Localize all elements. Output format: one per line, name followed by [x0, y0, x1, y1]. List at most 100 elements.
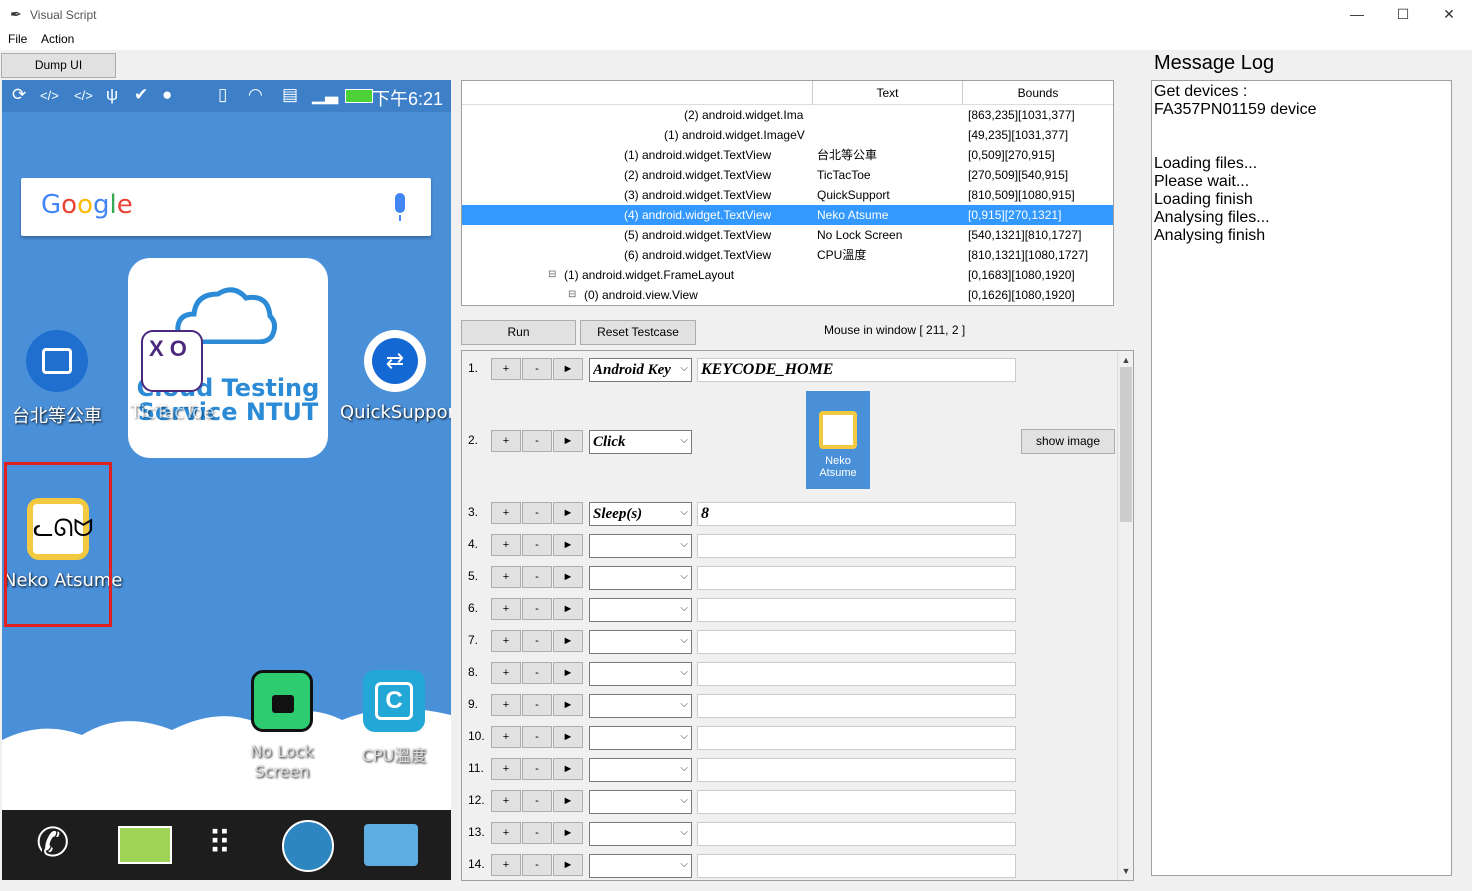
- run-step-button[interactable]: ►: [553, 358, 583, 380]
- add-step-button[interactable]: +: [491, 502, 521, 524]
- action-select[interactable]: ⌵: [589, 694, 692, 718]
- tree-row[interactable]: (1) android.widget.TextView 台北等公車 [0,509][…: [462, 145, 1113, 165]
- action-select[interactable]: Android Key ⌵: [589, 358, 692, 382]
- add-step-button[interactable]: +: [491, 598, 521, 620]
- step-value-input[interactable]: KEYCODE_HOME: [697, 358, 1016, 382]
- action-select[interactable]: ⌵: [589, 854, 692, 878]
- run-step-button[interactable]: ►: [553, 430, 583, 452]
- remove-step-button[interactable]: -: [522, 358, 552, 380]
- script-panel[interactable]: ▲ ▼ 1. + - ► Android Key ⌵ KEYCODE_HOME 2. + - ► Cl…: [461, 350, 1134, 881]
- remove-step-button[interactable]: -: [522, 726, 552, 748]
- run-step-button[interactable]: ►: [553, 790, 583, 812]
- minimize-button[interactable]: —: [1334, 0, 1380, 30]
- ui-tree-view[interactable]: Text Bounds (2) android.widget.Ima [863,2…: [461, 80, 1114, 306]
- step-value-input[interactable]: 8: [697, 502, 1016, 526]
- add-step-button[interactable]: +: [491, 758, 521, 780]
- remove-step-button[interactable]: -: [522, 598, 552, 620]
- step-value-input[interactable]: [697, 758, 1016, 782]
- run-step-button[interactable]: ►: [553, 662, 583, 684]
- tree-row[interactable]: (1) android.widget.ImageV [49,235][1031,3…: [462, 125, 1113, 145]
- action-select[interactable]: ⌵: [589, 630, 692, 654]
- add-step-button[interactable]: +: [491, 822, 521, 844]
- app-nolock[interactable]: No Lock Screen: [227, 670, 337, 782]
- remove-step-button[interactable]: -: [522, 534, 552, 556]
- action-select[interactable]: ⌵: [589, 790, 692, 814]
- tree-row[interactable]: (3) android.widget.TextView QuickSupport[…: [462, 185, 1113, 205]
- app-tictactoe[interactable]: X O TicTacToe: [117, 330, 227, 423]
- step-value-input[interactable]: [697, 854, 1016, 878]
- camera-icon[interactable]: [364, 824, 418, 866]
- remove-step-button[interactable]: -: [522, 822, 552, 844]
- app-bus[interactable]: 台北等公車: [2, 330, 112, 428]
- tree-header-node[interactable]: [462, 81, 813, 105]
- run-step-button[interactable]: ►: [553, 502, 583, 524]
- run-step-button[interactable]: ►: [553, 630, 583, 652]
- messages-icon[interactable]: [118, 826, 172, 864]
- apps-grid-icon[interactable]: ⠿: [208, 824, 231, 862]
- remove-step-button[interactable]: -: [522, 566, 552, 588]
- google-search-bar[interactable]: Google: [21, 178, 431, 236]
- action-select[interactable]: Click ⌵: [589, 430, 692, 454]
- step-value-input[interactable]: [697, 694, 1016, 718]
- action-select[interactable]: ⌵: [589, 566, 692, 590]
- step-value-input[interactable]: [697, 662, 1016, 686]
- action-select[interactable]: ⌵: [589, 598, 692, 622]
- show-image-button[interactable]: show image: [1021, 429, 1115, 454]
- remove-step-button[interactable]: -: [522, 630, 552, 652]
- tree-header-text[interactable]: Text: [813, 81, 963, 105]
- remove-step-button[interactable]: -: [522, 694, 552, 716]
- action-select[interactable]: ⌵: [589, 758, 692, 782]
- step-value-input[interactable]: [697, 790, 1016, 814]
- app-cpu[interactable]: C CPU溫度: [339, 670, 449, 766]
- run-step-button[interactable]: ►: [553, 758, 583, 780]
- phone-screen[interactable]: ⟳ </> </> ψ ✔ ● ▯ ◠ ▤ ▁▃ 下午6:21 Google C…: [2, 80, 451, 880]
- tree-row[interactable]: (5) android.widget.TextView No Lock Scree…: [462, 225, 1113, 245]
- action-select[interactable]: Sleep(s) ⌵: [589, 502, 692, 526]
- tree-row[interactable]: ⊟ (1) android.widget.FrameLayout [0,1683][…: [462, 265, 1113, 285]
- add-step-button[interactable]: +: [491, 566, 521, 588]
- mic-icon[interactable]: [395, 193, 405, 221]
- app-quicksupport[interactable]: ⇄ QuickSupport: [340, 330, 451, 423]
- add-step-button[interactable]: +: [491, 662, 521, 684]
- maximize-button[interactable]: ☐: [1380, 0, 1426, 30]
- run-step-button[interactable]: ►: [553, 694, 583, 716]
- tree-row[interactable]: ⊟ (0) android.view.View [0,1626][1080,1920…: [462, 285, 1113, 305]
- run-step-button[interactable]: ►: [553, 822, 583, 844]
- step-value-input[interactable]: [697, 726, 1016, 750]
- action-select[interactable]: ⌵: [589, 534, 692, 558]
- step-value-input[interactable]: [697, 822, 1016, 846]
- add-step-button[interactable]: +: [491, 790, 521, 812]
- step-value-input[interactable]: [697, 566, 1016, 590]
- add-step-button[interactable]: +: [491, 630, 521, 652]
- remove-step-button[interactable]: -: [522, 430, 552, 452]
- step-value-input[interactable]: [697, 534, 1016, 558]
- run-step-button[interactable]: ►: [553, 726, 583, 748]
- remove-step-button[interactable]: -: [522, 502, 552, 524]
- remove-step-button[interactable]: -: [522, 854, 552, 876]
- step-value-input[interactable]: [697, 630, 1016, 654]
- remove-step-button[interactable]: -: [522, 790, 552, 812]
- menu-action[interactable]: Action: [41, 32, 74, 46]
- action-select[interactable]: ⌵: [589, 726, 692, 750]
- add-step-button[interactable]: +: [491, 854, 521, 876]
- add-step-button[interactable]: +: [491, 430, 521, 452]
- remove-step-button[interactable]: -: [522, 662, 552, 684]
- message-log[interactable]: Get devices : FA357PN01159 device Loading …: [1151, 80, 1452, 876]
- tree-header-bounds[interactable]: Bounds: [963, 81, 1113, 105]
- tree-row-selected[interactable]: (4) android.widget.TextView Neko Atsume [0…: [462, 205, 1113, 225]
- close-button[interactable]: ✕: [1426, 0, 1472, 30]
- run-step-button[interactable]: ►: [553, 566, 583, 588]
- add-step-button[interactable]: +: [491, 694, 521, 716]
- tree-row[interactable]: (6) android.widget.TextView CPU溫度 [810,132…: [462, 245, 1113, 265]
- tree-row[interactable]: (2) android.widget.TextView TicTacToe [270…: [462, 165, 1113, 185]
- globe-icon[interactable]: [282, 820, 334, 872]
- run-step-button[interactable]: ►: [553, 598, 583, 620]
- dump-ui-button[interactable]: Dump UI: [1, 53, 116, 78]
- remove-step-button[interactable]: -: [522, 758, 552, 780]
- add-step-button[interactable]: +: [491, 726, 521, 748]
- run-button[interactable]: Run: [461, 320, 576, 345]
- menu-file[interactable]: File: [8, 32, 27, 46]
- action-select[interactable]: ⌵: [589, 662, 692, 686]
- run-step-button[interactable]: ►: [553, 854, 583, 876]
- add-step-button[interactable]: +: [491, 534, 521, 556]
